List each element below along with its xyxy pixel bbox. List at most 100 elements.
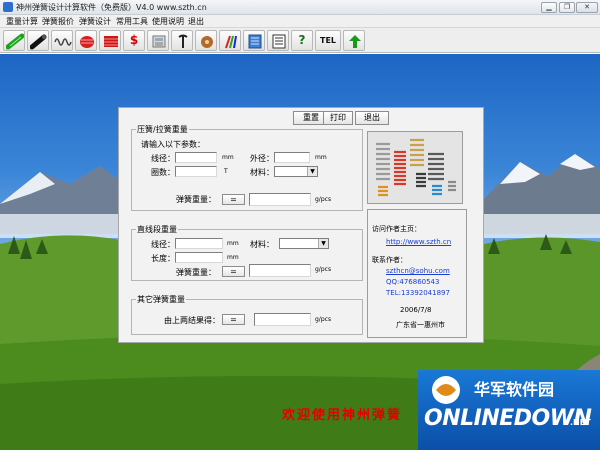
- menu-tools[interactable]: 常用工具: [116, 16, 148, 27]
- straight-group-title: 直线段重量: [136, 224, 178, 235]
- wave-spring-icon: [54, 38, 72, 46]
- compression-material-select[interactable]: ▼: [274, 166, 318, 177]
- compression-weight-unit: g/pcs: [315, 196, 332, 203]
- watermark-logo-icon: [432, 376, 460, 404]
- chevron-down-icon: ▼: [318, 239, 328, 248]
- coils-input[interactable]: [175, 166, 217, 177]
- toolbar-button-red-coil[interactable]: [75, 30, 97, 51]
- qq-number: QQ:476860543: [386, 278, 440, 286]
- welcome-banner: 欢迎使用神州弹簧: [282, 408, 403, 423]
- toolbar: $ ? TEL: [0, 28, 600, 53]
- coils-unit: T: [224, 168, 228, 175]
- outer-diameter-label: 外径：: [250, 154, 274, 163]
- menu-weight-calc[interactable]: 重量计算: [6, 16, 38, 27]
- green-spring-icon: [6, 33, 24, 50]
- toolbar-button-wave-spring[interactable]: [51, 30, 73, 51]
- compression-calc-button[interactable]: =: [222, 194, 245, 205]
- menu-exit[interactable]: 退出: [188, 16, 204, 27]
- watermark-cn-text: 华军软件园: [474, 380, 555, 399]
- straight-wire-unit: mm: [227, 240, 239, 247]
- contact-label: 联系作者：: [372, 256, 407, 264]
- length-label: 长度：: [151, 254, 175, 263]
- menu-help[interactable]: 使用说明: [152, 16, 184, 27]
- window-title: 神州弹簧设计计算软件（免费版）V4.0 www.szth.cn: [16, 3, 207, 12]
- red-coil-stack-icon: [104, 36, 118, 47]
- onlinedown-watermark: 华军软件园 ONLINEDOWN .NET: [418, 370, 600, 450]
- toolbar-button-help[interactable]: ?: [291, 30, 313, 51]
- author-location: 广东省一惠州市: [396, 321, 445, 329]
- list-icon: [272, 34, 286, 49]
- menu-design[interactable]: 弹簧设计: [79, 16, 111, 27]
- compression-wire-input[interactable]: [175, 152, 217, 163]
- straight-material-label: 材料：: [250, 240, 274, 249]
- toolbar-button-color-pencils[interactable]: [219, 30, 241, 51]
- weight-calc-panel: 重置 打印 退出 压簧/拉簧重量 请输入以下参数： 线径： mm 外径： mm …: [118, 107, 484, 343]
- toolbar-button-torsion-spring[interactable]: [171, 30, 193, 51]
- toolbar-button-green-arrow[interactable]: [343, 30, 365, 51]
- springs-illustration: [368, 132, 462, 203]
- color-pencils-icon: [225, 35, 237, 49]
- tel-icon: TEL: [319, 36, 337, 45]
- toolbar-button-list[interactable]: [267, 30, 289, 51]
- app-icon: [3, 2, 13, 12]
- compression-weight-label: 弹簧重量：: [176, 195, 216, 204]
- torsion-spring-icon: [178, 34, 188, 48]
- compression-group-title: 压簧/拉簧重量: [136, 124, 189, 135]
- coils-label: 圈数：: [151, 168, 175, 177]
- toolbar-button-calculator[interactable]: [147, 30, 169, 51]
- toolbar-button-dollar[interactable]: $: [123, 30, 145, 51]
- green-arrow-icon: [349, 35, 361, 48]
- dollar-icon: $: [129, 33, 139, 47]
- title-bar: 神州弹簧设计计算软件（免费版）V4.0 www.szth.cn ▁ ❐ ✕: [0, 0, 600, 15]
- notebook-icon: [248, 34, 262, 49]
- gear-tool-icon: [201, 36, 213, 48]
- springs-photo: [367, 131, 463, 204]
- straight-weight-label: 弹簧重量：: [176, 268, 216, 277]
- print-button[interactable]: 打印: [323, 111, 353, 125]
- toolbar-button-red-coil-stack[interactable]: [99, 30, 121, 51]
- length-input[interactable]: [175, 252, 223, 263]
- other-sum-label: 由上两结果得：: [164, 316, 220, 325]
- toolbar-button-notebook[interactable]: [243, 30, 265, 51]
- minimize-button[interactable]: ▁: [541, 2, 557, 13]
- red-coil-icon: [80, 36, 94, 48]
- compression-material-label: 材料：: [250, 168, 274, 177]
- watermark-net-text: .NET: [570, 418, 591, 427]
- straight-material-select[interactable]: ▼: [279, 238, 329, 249]
- compression-weight-result[interactable]: [249, 193, 311, 206]
- other-weight-unit: g/pcs: [315, 316, 332, 323]
- compression-prompt: 请输入以下参数：: [141, 140, 205, 149]
- straight-calc-button[interactable]: =: [222, 266, 245, 277]
- toolbar-button-gear-tool[interactable]: [195, 30, 217, 51]
- toolbar-button-green-spring[interactable]: [3, 30, 25, 51]
- watermark-en-text: ONLINEDOWN: [424, 406, 592, 431]
- straight-weight-unit: g/pcs: [315, 266, 332, 273]
- toolbar-button-black-spring[interactable]: [27, 30, 49, 51]
- toolbar-button-tel[interactable]: TEL: [315, 30, 341, 51]
- straight-wire-label: 线径：: [151, 240, 175, 249]
- exit-button[interactable]: 退出: [355, 111, 389, 125]
- length-unit: mm: [227, 254, 239, 261]
- other-group-title: 其它弹簧重量: [136, 294, 186, 305]
- black-spring-icon: [30, 34, 47, 50]
- help-icon: ?: [298, 33, 306, 47]
- outer-diameter-input[interactable]: [274, 152, 310, 163]
- chevron-down-icon: ▼: [307, 167, 317, 176]
- compression-wire-label: 线径：: [151, 154, 175, 163]
- compression-wire-unit: mm: [222, 154, 234, 161]
- author-info-box: 访问作者主页： http://www.szth.cn 联系作者： szthcn@…: [367, 209, 467, 338]
- menu-bar: 重量计算 弹簧报价 弹簧设计 常用工具 使用说明 退出: [0, 15, 600, 28]
- release-date: 2006/7/8: [400, 306, 432, 314]
- homepage-link[interactable]: http://www.szth.cn: [386, 238, 451, 246]
- straight-weight-result[interactable]: [249, 264, 311, 277]
- outer-diameter-unit: mm: [315, 154, 327, 161]
- close-button[interactable]: ✕: [576, 2, 598, 13]
- other-calc-button[interactable]: =: [222, 314, 245, 325]
- straight-wire-input[interactable]: [175, 238, 223, 249]
- menu-quote[interactable]: 弹簧报价: [42, 16, 74, 27]
- restore-button[interactable]: ❐: [559, 2, 575, 13]
- email-link[interactable]: szthcn@sohu.com: [386, 267, 450, 275]
- other-weight-result[interactable]: [254, 313, 311, 326]
- homepage-label: 访问作者主页：: [372, 225, 421, 233]
- tel-number: TEL:13392041897: [386, 289, 450, 297]
